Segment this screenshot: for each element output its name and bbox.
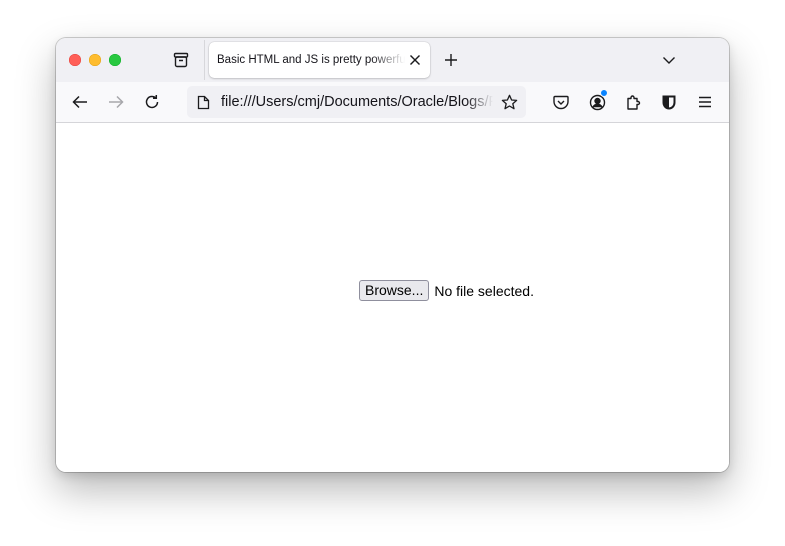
url-text[interactable]: file:///Users/cmj/Documents/Oracle/Blogs…	[221, 86, 493, 118]
notification-dot	[600, 89, 608, 97]
account-icon[interactable]	[587, 89, 608, 112]
close-icon[interactable]	[405, 50, 425, 70]
file-input[interactable]: Browse... No file selected.	[359, 280, 534, 301]
tab-separator	[204, 40, 205, 80]
window-minimize-button[interactable]	[89, 54, 101, 66]
window-close-button[interactable]	[69, 54, 81, 66]
page-content: Browse... No file selected.	[56, 123, 729, 472]
star-icon[interactable]	[499, 92, 519, 112]
tab-active[interactable]: Basic HTML and JS is pretty powerful	[209, 42, 430, 78]
window-maximize-button[interactable]	[109, 54, 121, 66]
reload-icon[interactable]	[142, 92, 162, 112]
pocket-icon[interactable]	[551, 92, 571, 112]
menu-icon[interactable]	[695, 92, 715, 112]
extensions-icon[interactable]	[623, 92, 643, 112]
file-status-text: No file selected.	[434, 282, 534, 299]
bitwarden-icon[interactable]	[659, 92, 679, 112]
list-all-tabs-chevron-icon[interactable]	[659, 50, 679, 70]
url-bar[interactable]: file:///Users/cmj/Documents/Oracle/Blogs…	[187, 86, 526, 118]
tab-title: Basic HTML and JS is pretty powerful	[217, 54, 405, 66]
tab-bar: Basic HTML and JS is pretty powerful	[56, 38, 729, 82]
back-arrow-icon[interactable]	[70, 92, 90, 112]
new-tab-plus-icon[interactable]	[441, 50, 461, 70]
document-icon	[195, 94, 211, 110]
firefox-view-icon[interactable]	[171, 50, 191, 70]
nav-toolbar: file:///Users/cmj/Documents/Oracle/Blogs…	[56, 82, 729, 123]
browser-window: Basic HTML and JS is pretty powerful fil…	[56, 38, 729, 472]
browse-button[interactable]: Browse...	[359, 280, 430, 301]
forward-arrow-icon[interactable]	[106, 92, 126, 112]
